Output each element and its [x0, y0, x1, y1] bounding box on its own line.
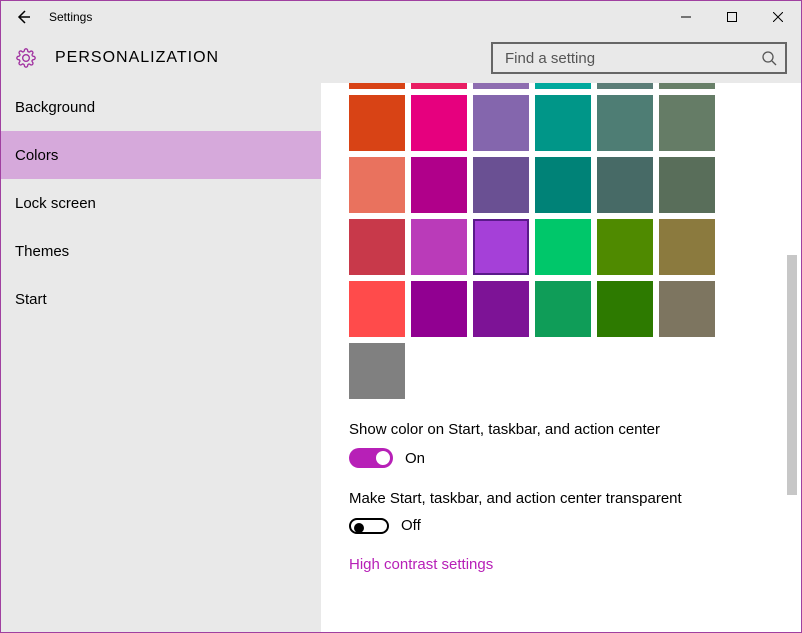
color-swatch[interactable] [411, 157, 467, 213]
title-bar: Settings [1, 1, 801, 33]
content-pane: Show color on Start, taskbar, and action… [321, 83, 801, 632]
color-swatch[interactable] [349, 95, 405, 151]
color-swatch[interactable] [659, 95, 715, 151]
color-swatch[interactable] [659, 281, 715, 337]
sidebar-item-themes[interactable]: Themes [1, 227, 321, 275]
window-controls [663, 2, 801, 32]
color-swatch[interactable] [659, 157, 715, 213]
sidebar-item-label: Start [15, 291, 47, 308]
color-swatch[interactable] [535, 281, 591, 337]
minimize-button[interactable] [663, 2, 709, 32]
color-swatch[interactable] [535, 83, 591, 89]
transparent-toggle[interactable] [349, 518, 389, 534]
show-color-toggle[interactable] [349, 448, 393, 468]
color-swatch[interactable] [411, 219, 467, 275]
back-button[interactable] [9, 3, 37, 31]
sidebar-item-start[interactable]: Start [1, 275, 321, 323]
sidebar-item-colors[interactable]: Colors [1, 131, 321, 179]
gear-icon [15, 47, 37, 69]
color-swatch[interactable] [411, 83, 467, 89]
color-swatch[interactable] [535, 95, 591, 151]
color-swatch[interactable] [473, 83, 529, 89]
color-swatch[interactable] [659, 219, 715, 275]
category-title: PERSONALIZATION [55, 49, 219, 67]
color-swatch[interactable] [473, 157, 529, 213]
search-box[interactable] [491, 42, 787, 74]
sidebar-item-label: Themes [15, 243, 69, 260]
scrollbar-vertical[interactable] [785, 85, 799, 630]
color-swatch[interactable] [411, 281, 467, 337]
color-swatch-grid [349, 83, 785, 399]
transparent-value: Off [401, 517, 421, 534]
color-swatch[interactable] [349, 83, 405, 89]
header: PERSONALIZATION [1, 33, 801, 83]
close-button[interactable] [755, 2, 801, 32]
color-swatch[interactable] [349, 343, 405, 399]
close-icon [773, 12, 783, 22]
maximize-icon [727, 12, 737, 22]
sidebar-item-label: Colors [15, 147, 58, 164]
color-swatch[interactable] [473, 95, 529, 151]
color-swatch[interactable] [349, 281, 405, 337]
sidebar: Background Colors Lock screen Themes Sta… [1, 83, 321, 632]
color-swatch[interactable] [473, 219, 529, 275]
maximize-button[interactable] [709, 2, 755, 32]
scrollbar-thumb[interactable] [787, 255, 797, 495]
sidebar-item-background[interactable]: Background [1, 83, 321, 131]
color-swatch[interactable] [597, 281, 653, 337]
sidebar-item-label: Lock screen [15, 195, 96, 212]
color-swatch[interactable] [659, 83, 715, 89]
color-swatch[interactable] [349, 219, 405, 275]
search-icon [761, 50, 777, 66]
color-swatch[interactable] [349, 157, 405, 213]
color-swatch[interactable] [597, 95, 653, 151]
show-color-label: Show color on Start, taskbar, and action… [349, 421, 785, 438]
color-swatch[interactable] [411, 95, 467, 151]
transparent-label: Make Start, taskbar, and action center t… [349, 490, 785, 507]
color-swatch[interactable] [473, 281, 529, 337]
arrow-left-icon [14, 8, 32, 26]
sidebar-item-label: Background [15, 99, 95, 116]
color-swatch[interactable] [597, 83, 653, 89]
color-swatch[interactable] [597, 219, 653, 275]
high-contrast-link[interactable]: High contrast settings [349, 556, 493, 573]
show-color-value: On [405, 450, 425, 467]
search-input[interactable] [503, 49, 761, 68]
color-swatch[interactable] [535, 157, 591, 213]
minimize-icon [681, 12, 691, 22]
window-title: Settings [49, 10, 92, 24]
color-swatch[interactable] [535, 219, 591, 275]
sidebar-item-lock-screen[interactable]: Lock screen [1, 179, 321, 227]
color-swatch[interactable] [597, 157, 653, 213]
